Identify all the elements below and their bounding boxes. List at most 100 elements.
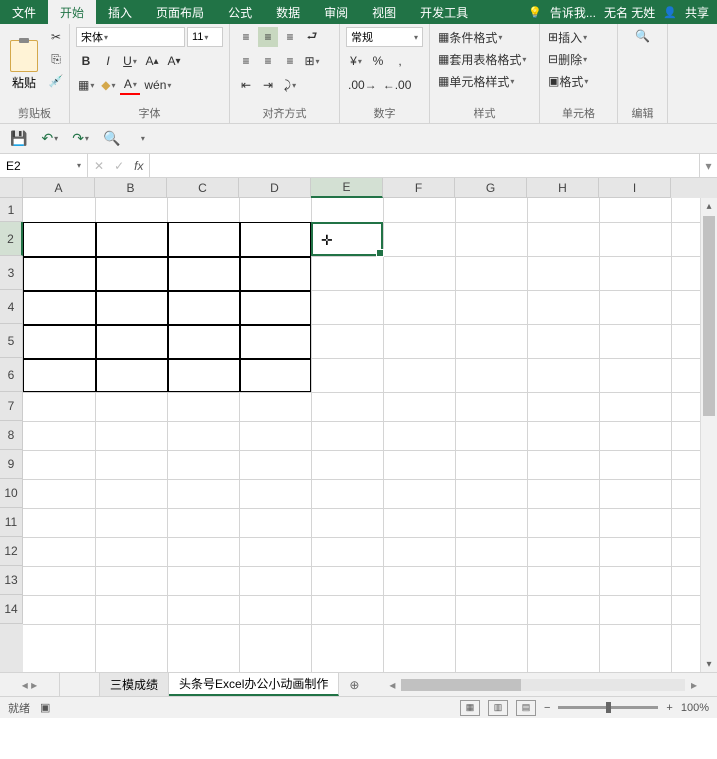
phonetic-button[interactable]: wén▾: [142, 75, 173, 95]
percent-button[interactable]: %: [368, 51, 388, 71]
view-pagebreak-button[interactable]: ▤: [516, 700, 536, 716]
comma-button[interactable]: ,: [390, 51, 410, 71]
insert-cells-button[interactable]: ⊞ 插入▾: [546, 27, 611, 47]
increase-indent-button[interactable]: ⇥: [258, 75, 278, 95]
zoom-out-button[interactable]: −: [544, 702, 550, 714]
row-header-8[interactable]: 8: [0, 421, 23, 450]
number-format-select[interactable]: 常规▾: [346, 27, 423, 47]
font-size-select[interactable]: 11▾: [187, 27, 223, 47]
align-center-button[interactable]: ≡: [258, 51, 278, 71]
qat-customize-button[interactable]: ▾: [132, 129, 152, 149]
cancel-icon[interactable]: ✕: [94, 159, 104, 173]
sheet-tab-1[interactable]: 三模成绩: [100, 673, 169, 696]
font-color-button[interactable]: A▾: [120, 75, 140, 95]
increase-font-button[interactable]: A▴: [142, 51, 162, 71]
row-header-4[interactable]: 4: [0, 290, 23, 324]
redo-button[interactable]: ↷▾: [70, 129, 91, 149]
col-header-B[interactable]: B: [95, 178, 167, 198]
align-top-button[interactable]: ≡: [236, 27, 256, 47]
delete-cells-button[interactable]: ⊟ 删除▾: [546, 49, 611, 69]
wrap-text-button[interactable]: ⮐: [302, 27, 322, 47]
expand-formula-bar[interactable]: ▾: [699, 154, 717, 177]
bold-button[interactable]: B: [76, 51, 96, 71]
col-header-G[interactable]: G: [455, 178, 527, 198]
align-left-button[interactable]: ≡: [236, 51, 256, 71]
vertical-scrollbar[interactable]: ▴ ▾: [700, 198, 717, 672]
format-table-button[interactable]: ▦ 套用表格格式▾: [436, 49, 533, 69]
decrease-font-button[interactable]: A▾: [164, 51, 184, 71]
tab-home[interactable]: 开始: [48, 0, 96, 24]
row-header-7[interactable]: 7: [0, 392, 23, 421]
align-middle-button[interactable]: ≡: [258, 27, 278, 47]
row-header-2[interactable]: 2: [0, 222, 23, 256]
tab-layout[interactable]: 页面布局: [144, 0, 216, 24]
col-header-C[interactable]: C: [167, 178, 239, 198]
find-button[interactable]: 🔍: [624, 27, 661, 45]
col-header-F[interactable]: F: [383, 178, 455, 198]
formula-input[interactable]: [150, 154, 699, 177]
fx-icon[interactable]: fx: [134, 159, 143, 173]
save-button[interactable]: 💾: [8, 129, 29, 149]
decrease-decimal-button[interactable]: ←.00: [381, 75, 414, 95]
cells-area[interactable]: ✛: [23, 198, 717, 672]
copy-button[interactable]: ⎘: [46, 49, 66, 69]
currency-button[interactable]: ¥▾: [346, 51, 366, 71]
border-button[interactable]: ▦▾: [76, 75, 96, 95]
row-header-9[interactable]: 9: [0, 450, 23, 479]
italic-button[interactable]: I: [98, 51, 118, 71]
increase-decimal-button[interactable]: .00→: [346, 75, 379, 95]
tab-view[interactable]: 视图: [360, 0, 408, 24]
zoom-in-button[interactable]: +: [666, 702, 672, 714]
format-painter-button[interactable]: 💉: [46, 71, 66, 91]
enter-icon[interactable]: ✓: [114, 159, 124, 173]
row-header-1[interactable]: 1: [0, 198, 23, 222]
sheet-nav[interactable]: ◂ ▸: [0, 673, 60, 696]
col-header-I[interactable]: I: [599, 178, 671, 198]
zoom-level[interactable]: 100%: [681, 702, 709, 714]
row-header-5[interactable]: 5: [0, 324, 23, 358]
macro-record-icon[interactable]: ▣: [40, 701, 50, 714]
align-bottom-button[interactable]: ≡: [280, 27, 300, 47]
merge-button[interactable]: ⊞▾: [302, 51, 322, 71]
row-header-13[interactable]: 13: [0, 566, 23, 595]
row-header-10[interactable]: 10: [0, 479, 23, 508]
col-header-E[interactable]: E: [311, 178, 383, 198]
tellme-label[interactable]: 告诉我...: [550, 4, 596, 21]
format-cells-button[interactable]: ▣ 格式▾: [546, 71, 611, 91]
col-header-A[interactable]: A: [23, 178, 95, 198]
undo-button[interactable]: ↶▾: [39, 129, 60, 149]
font-name-select[interactable]: 宋体▾: [76, 27, 185, 47]
row-header-12[interactable]: 12: [0, 537, 23, 566]
tab-insert[interactable]: 插入: [96, 0, 144, 24]
row-header-11[interactable]: 11: [0, 508, 23, 537]
col-header-H[interactable]: H: [527, 178, 599, 198]
sheet-tab-2[interactable]: 头条号Excel办公小动画制作: [169, 673, 339, 696]
zoom-slider[interactable]: [558, 706, 658, 709]
paste-button[interactable]: 粘贴: [6, 27, 42, 103]
cut-button[interactable]: ✂: [46, 27, 66, 47]
col-header-D[interactable]: D: [239, 178, 311, 198]
tab-review[interactable]: 审阅: [312, 0, 360, 24]
row-header-3[interactable]: 3: [0, 256, 23, 290]
user-name[interactable]: 无名 无姓: [604, 4, 655, 21]
underline-button[interactable]: U▾: [120, 51, 140, 71]
share-label[interactable]: 共享: [685, 4, 709, 21]
tab-formulas[interactable]: 公式: [216, 0, 264, 24]
view-layout-button[interactable]: ▥: [488, 700, 508, 716]
view-normal-button[interactable]: ▦: [460, 700, 480, 716]
name-box[interactable]: E2▾: [0, 154, 88, 177]
decrease-indent-button[interactable]: ⇤: [236, 75, 256, 95]
tab-developer[interactable]: 开发工具: [408, 0, 480, 24]
fill-color-button[interactable]: ◆▾: [98, 75, 118, 95]
horizontal-scrollbar[interactable]: ◂ ▸: [369, 673, 717, 696]
tab-data[interactable]: 数据: [264, 0, 312, 24]
align-right-button[interactable]: ≡: [280, 51, 300, 71]
add-sheet-button[interactable]: ⊕: [339, 673, 369, 696]
tab-file[interactable]: 文件: [0, 0, 48, 24]
row-header-6[interactable]: 6: [0, 358, 23, 392]
row-header-14[interactable]: 14: [0, 595, 23, 624]
print-preview-button[interactable]: 🔍: [101, 129, 122, 149]
conditional-format-button[interactable]: ▦ 条件格式▾: [436, 27, 533, 47]
cell-styles-button[interactable]: ▦ 单元格样式▾: [436, 71, 533, 91]
orientation-button[interactable]: ⤸▾: [280, 75, 300, 95]
